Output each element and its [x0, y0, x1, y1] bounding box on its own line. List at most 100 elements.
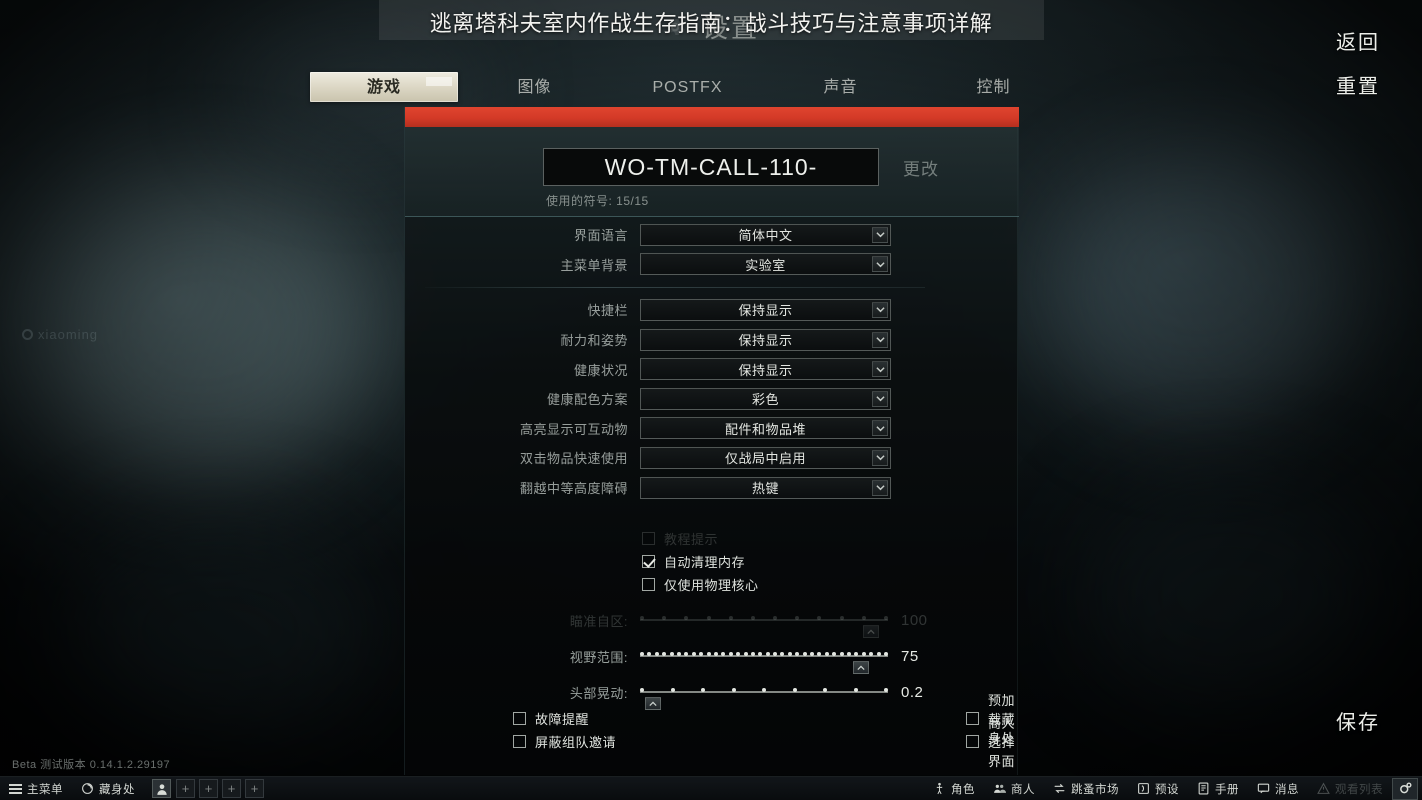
chevron-down-icon[interactable] — [872, 226, 888, 243]
tab-graphics[interactable]: 图像 — [458, 72, 611, 102]
taskbar-item-messages[interactable]: 消息 — [1248, 777, 1308, 800]
select-main-menu-background[interactable]: 实验室 — [640, 253, 891, 276]
tab-controls[interactable]: 控制 — [917, 72, 1070, 102]
taskbar-label: 商人 — [1011, 783, 1035, 796]
handbook-icon — [1198, 782, 1209, 795]
chevron-down-icon[interactable] — [872, 420, 888, 437]
slider-tick — [884, 688, 888, 692]
taskbar-item-hideout[interactable]: 藏身处 — [72, 777, 144, 800]
chevron-down-icon[interactable] — [872, 301, 888, 318]
settings-tabbar[interactable]: 游戏 图像 POSTFX 声音 控制 — [310, 71, 1070, 103]
checkbox-row-malfunction-alert[interactable]: 故障提醒 — [513, 707, 712, 730]
settings-rows: 界面语言 简体中文 主菜单背景 实验室 快捷栏 保持显示 耐力和姿势 保持显示 … — [405, 220, 1019, 502]
slider-track-field-of-view[interactable] — [640, 643, 888, 674]
chevron-down-icon[interactable] — [872, 361, 888, 378]
slider-tick — [823, 688, 827, 692]
slider-tick — [884, 652, 888, 656]
chevron-down-icon[interactable] — [872, 449, 888, 466]
slider-label: 瞄准自区: — [569, 613, 628, 629]
checkbox-row-trader-select-screen[interactable]: 商人选择界面 — [966, 716, 1019, 769]
watchlist-icon — [1317, 782, 1330, 794]
slider-handle[interactable] — [853, 661, 870, 674]
tab-game[interactable]: 游戏 — [310, 72, 458, 102]
checkbox-trader-select-screen[interactable] — [966, 735, 979, 748]
row-label: 翻越中等高度障碍 — [519, 481, 628, 497]
checkbox-row-physical-cores-only[interactable]: 仅使用物理核心 — [405, 573, 1019, 596]
select-interface-language[interactable]: 简体中文 — [640, 223, 891, 246]
tab-postfx[interactable]: POSTFX — [611, 72, 764, 102]
checkbox-tutorial-hints[interactable] — [642, 532, 655, 545]
avatar[interactable] — [152, 779, 171, 798]
checkbox-block-group-invites[interactable] — [513, 735, 526, 748]
row-main-menu-background: 主菜单背景 实验室 — [405, 250, 1019, 280]
slider-row-head-bobbing[interactable]: 头部晃动: 0.2 — [405, 674, 1019, 710]
select-value: 保持显示 — [738, 362, 793, 378]
accent-bar — [405, 107, 1019, 127]
hamburger-icon — [9, 783, 22, 794]
checkbox-physical-cores-only[interactable] — [642, 578, 655, 591]
settings-gear-button[interactable] — [1392, 777, 1418, 800]
tab-sound[interactable]: 声音 — [764, 72, 917, 102]
checkbox-malfunction-alert[interactable] — [513, 712, 526, 725]
checkbox-preload-hideout[interactable] — [966, 712, 979, 725]
taskbar-item-traders[interactable]: 商人 — [984, 777, 1044, 800]
character-icon — [936, 782, 943, 795]
slider-tick — [853, 688, 858, 692]
row-label: 健康状况 — [573, 362, 628, 378]
slider-tick — [640, 688, 644, 692]
select-stamina-stance[interactable]: 保持显示 — [640, 328, 891, 351]
slider-tick — [676, 652, 681, 656]
slider-tick — [824, 652, 829, 656]
select-double-click-use[interactable]: 仅战局中启用 — [640, 446, 891, 469]
checkbox-label: 故障提醒 — [535, 712, 590, 727]
slider-row-field-of-view[interactable]: 视野范围: 75 — [405, 638, 1019, 674]
taskbar-item-presets[interactable]: 预设 — [1128, 777, 1188, 800]
taskbar-slot-1[interactable]: + — [176, 779, 195, 798]
article-title-overlay: 逃离塔科夫室内作战生存指南：战斗技巧与注意事项详解 — [0, 0, 1422, 44]
slider-track-head-bobbing[interactable] — [640, 679, 888, 710]
checkbox-auto-clear-memory[interactable] — [642, 555, 655, 568]
slider-handle[interactable] — [862, 625, 879, 638]
select-health-status[interactable]: 保持显示 — [640, 358, 891, 381]
taskbar-slot-4[interactable]: + — [245, 779, 264, 798]
taskbar-item-handbook[interactable]: 手册 — [1188, 777, 1248, 800]
slider-value: 0.2 — [901, 683, 924, 701]
select-health-color-scheme[interactable]: 彩色 — [640, 387, 891, 410]
taskbar-label: 角色 — [951, 783, 975, 796]
taskbar-item-character[interactable]: 角色 — [924, 777, 984, 800]
taskbar-label: 手册 — [1215, 783, 1239, 796]
taskbar-item-flea-market[interactable]: 跳蚤市场 — [1044, 777, 1128, 800]
select-value: 配件和物品堆 — [724, 421, 806, 437]
slider-track-aim-deadzone[interactable] — [640, 607, 888, 638]
taskbar-slot-2[interactable]: + — [199, 779, 218, 798]
chevron-down-icon[interactable] — [872, 390, 888, 407]
taskbar-left-group: 主菜单 藏身处 + + + + — [0, 777, 266, 800]
save-button[interactable]: 保存 — [1336, 706, 1380, 735]
chevron-down-icon[interactable] — [872, 256, 888, 273]
row-label: 耐力和姿势 — [560, 333, 628, 349]
select-value: 保持显示 — [738, 333, 793, 349]
slider-tick — [701, 688, 705, 692]
taskbar-item-main-menu[interactable]: 主菜单 — [0, 777, 72, 800]
checkbox-row-block-group-invites[interactable]: 屏蔽组队邀请 — [513, 730, 712, 753]
chevron-down-icon[interactable] — [872, 331, 888, 348]
slider-tick — [640, 616, 644, 620]
bottom-checkbox-group: 故障提醒 屏蔽组队邀请 预加载藏身处 商人选择界面 — [405, 693, 1019, 769]
select-quick-slots[interactable]: 保持显示 — [640, 298, 891, 321]
slider-tick — [847, 652, 852, 656]
article-title: 逃离塔科夫室内作战生存指南：战斗技巧与注意事项详解 — [429, 11, 993, 36]
nickname-change-button[interactable]: 更改 — [903, 155, 939, 180]
slider-track — [640, 619, 888, 621]
select-vault-medium-obstacle[interactable]: 热键 — [640, 476, 891, 499]
slider-row-aim-deadzone[interactable]: 瞄准自区: 100 — [405, 602, 1019, 638]
slider-tick — [728, 616, 733, 620]
chevron-down-icon[interactable] — [872, 479, 888, 496]
taskbar-item-watchlist[interactable]: 观看列表 — [1308, 777, 1392, 800]
checkbox-row-tutorial-hints[interactable]: 教程提示 — [405, 527, 1019, 550]
nickname-input[interactable]: WO-TM-CALL-110- — [543, 148, 879, 186]
select-highlight-interactables[interactable]: 配件和物品堆 — [640, 417, 891, 440]
reset-button[interactable]: 重置 — [1336, 70, 1380, 99]
taskbar-slot-3[interactable]: + — [222, 779, 241, 798]
row-health-color-scheme: 健康配色方案 彩色 — [405, 384, 1019, 414]
checkbox-row-auto-clear-memory[interactable]: 自动清理内存 — [405, 550, 1019, 573]
